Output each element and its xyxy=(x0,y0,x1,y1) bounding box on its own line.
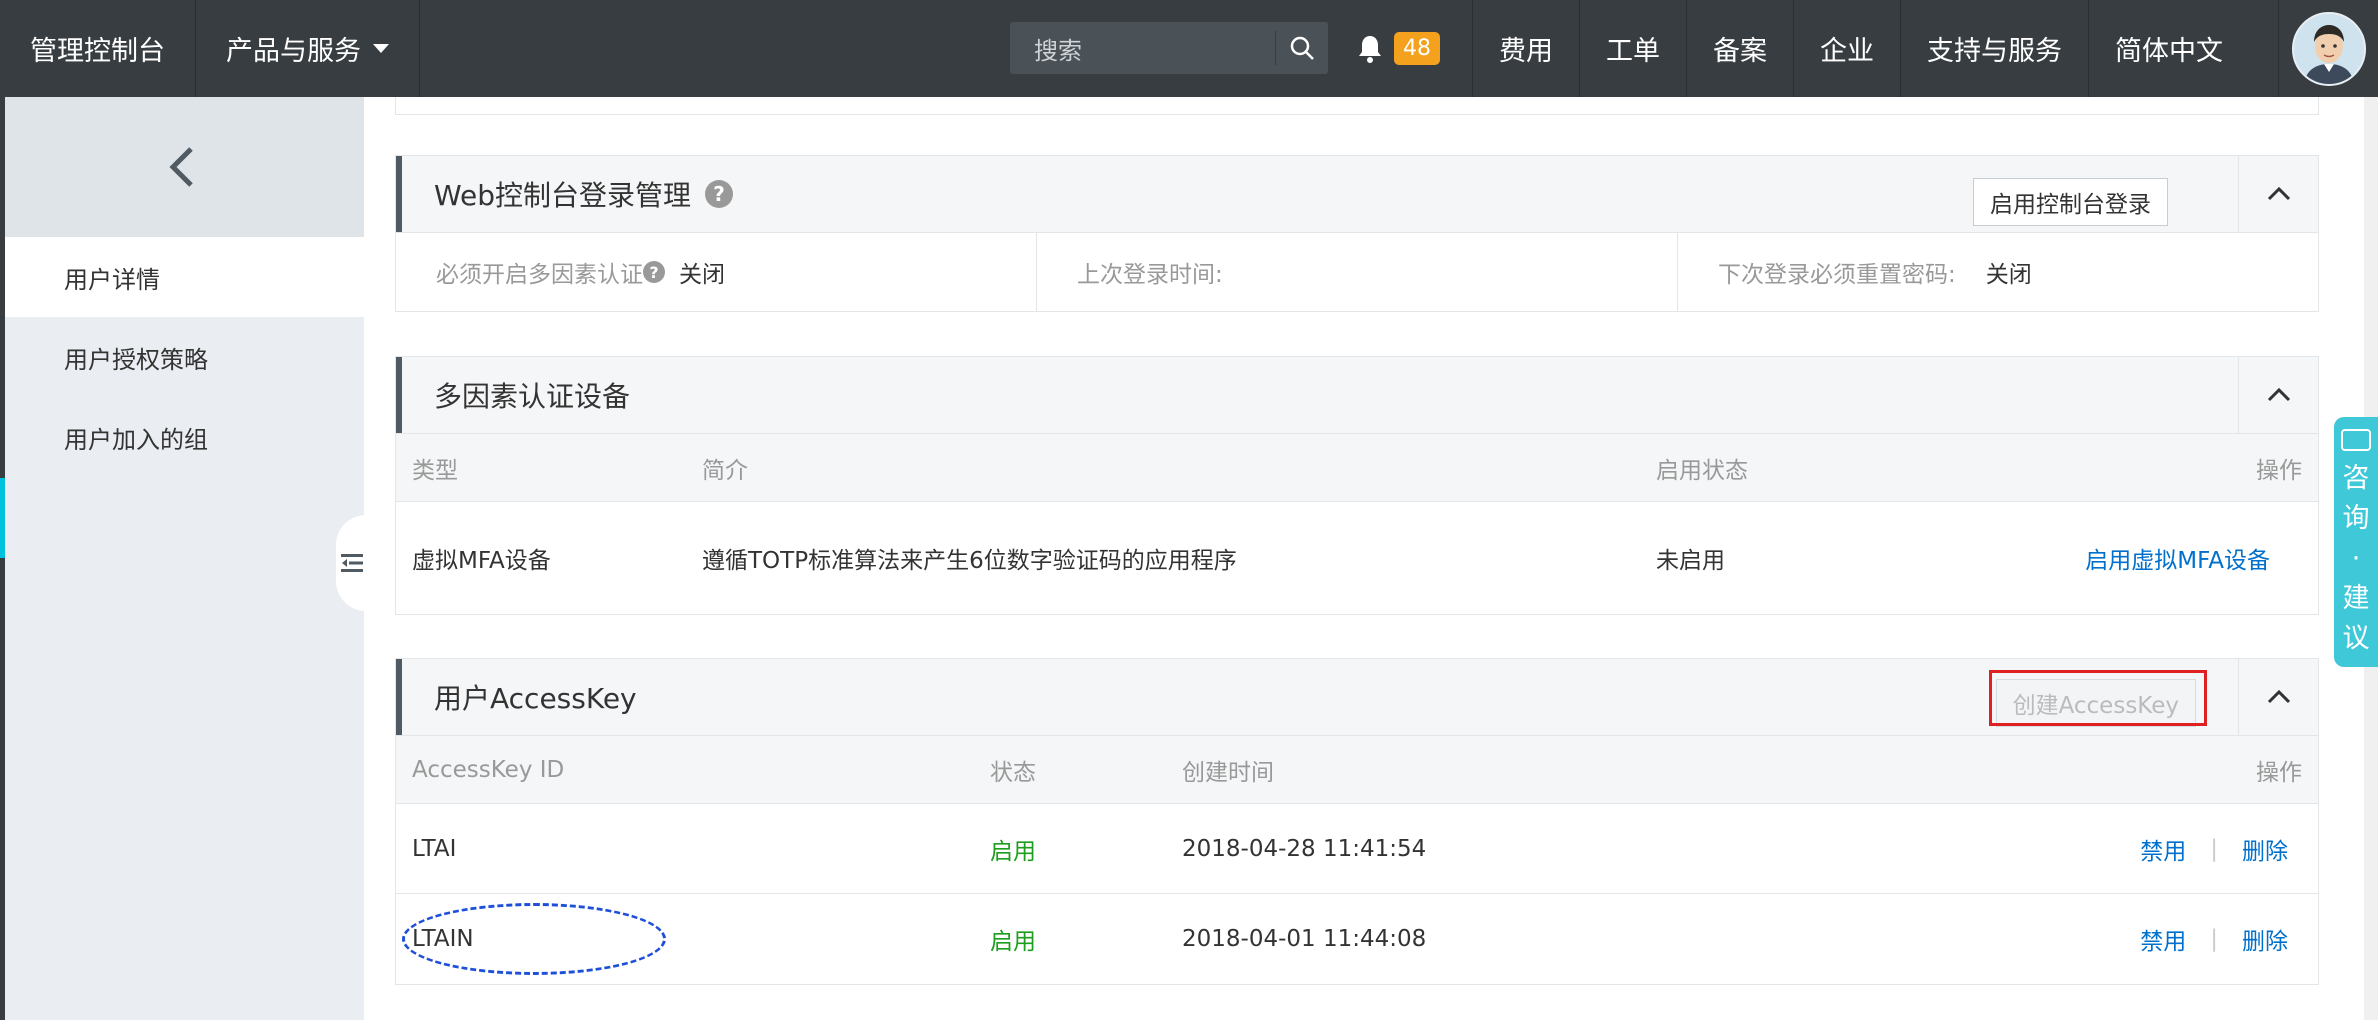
delete-link[interactable]: 删除 xyxy=(2242,832,2288,866)
products-services-menu[interactable]: 产品与服务 xyxy=(196,0,420,97)
action-separator: | xyxy=(2210,835,2218,862)
consult-suggest-label: 咨询·建议 xyxy=(2342,463,2370,654)
console-login-title: Web控制台登录管理 xyxy=(434,179,692,212)
mfa-title: 多因素认证设备 xyxy=(434,380,631,413)
notifications-button[interactable]: 48 xyxy=(1356,0,1440,97)
action-separator: | xyxy=(2210,926,2218,952)
mfa-required-cell: 必须开启多因素认证 ? 关闭 xyxy=(396,233,1037,311)
help-icon[interactable]: ? xyxy=(705,180,734,208)
chevron-up-icon xyxy=(2267,689,2290,704)
avatar[interactable] xyxy=(2291,11,2366,86)
accesskey-created: 2018-04-01 11:44:08 xyxy=(1182,926,1427,952)
sidebar-item-user-details[interactable]: 用户详情 xyxy=(0,237,364,317)
mfa-type: 虚拟MFA设备 xyxy=(412,548,551,574)
col-type: 类型 xyxy=(412,457,458,484)
sidebar-item-user-groups[interactable]: 用户加入的组 xyxy=(0,397,364,477)
accesskey-id: LTAI xyxy=(412,835,457,862)
menu-language[interactable]: 简体中文 xyxy=(2088,0,2249,97)
col-accesskey-id: AccessKey ID xyxy=(412,756,565,783)
sidebar-edge-accent xyxy=(0,478,5,558)
reset-password-label: 下次登录必须重置密码: xyxy=(1718,262,1956,288)
sidebar: 用户详情 用户授权策略 用户加入的组 xyxy=(0,97,364,1020)
col-action: 操作 xyxy=(2256,759,2302,786)
sidebar-item-user-policies[interactable]: 用户授权策略 xyxy=(0,317,364,397)
back-button[interactable] xyxy=(0,97,364,237)
mfa-devices-panel: 多因素认证设备 类型 简介 启用状态 操作 虚拟MFA设备 遵循TOTP标准算法… xyxy=(395,356,2319,615)
panel-accent-bar xyxy=(396,659,402,735)
caret-down-icon xyxy=(373,44,389,53)
reset-password-cell: 下次登录必须重置密码: 关闭 xyxy=(1678,233,2318,311)
menu-icp-filing[interactable]: 备案 xyxy=(1686,0,1793,97)
menu-billing[interactable]: 费用 xyxy=(1472,0,1579,97)
search-icon xyxy=(1290,36,1314,60)
last-login-cell: 上次登录时间: xyxy=(1037,233,1678,311)
previous-panel-bottom xyxy=(395,97,2319,115)
panel-collapse-button[interactable] xyxy=(2238,156,2318,232)
notification-count-badge: 48 xyxy=(1394,32,1440,65)
sidebar-edge xyxy=(0,97,5,1020)
chevron-up-icon xyxy=(2267,387,2290,402)
mfa-required-value: 关闭 xyxy=(679,262,725,288)
red-highlight-annotation xyxy=(1989,670,2207,726)
col-action: 操作 xyxy=(2256,457,2302,484)
enable-virtual-mfa-link[interactable]: 启用虚拟MFA设备 xyxy=(2085,502,2270,614)
table-row: LTAIN 启用 2018-04-01 11:44:08 禁用 | 删除 xyxy=(396,894,2318,984)
user-menu[interactable] xyxy=(2278,0,2378,97)
table-row: LTAI 启用 2018-04-28 11:41:54 禁用 | 删除 xyxy=(396,804,2318,894)
chevron-up-icon xyxy=(2267,186,2290,201)
accesskey-table-header: AccessKey ID 状态 创建时间 操作 xyxy=(396,736,2318,804)
mfa-status: 未启用 xyxy=(1656,548,1725,574)
menu-tickets[interactable]: 工单 xyxy=(1579,0,1686,97)
console-login-panel: Web控制台登录管理 ? 启用控制台登录 必须开启多因素认证 ? 关闭 上次登录… xyxy=(395,155,2319,312)
disable-link[interactable]: 禁用 xyxy=(2140,922,2186,956)
accesskey-status: 启用 xyxy=(990,929,1036,955)
products-services-label: 产品与服务 xyxy=(226,36,361,67)
consult-suggest-tab[interactable]: 咨询·建议 xyxy=(2334,417,2378,667)
search-input[interactable]: 搜索 xyxy=(1010,31,1275,66)
mfa-description: 遵循TOTP标准算法来产生6位数字验证码的应用程序 xyxy=(702,548,1237,574)
row-actions: 禁用 | 删除 xyxy=(2140,804,2288,893)
help-icon[interactable]: ? xyxy=(643,261,665,283)
mfa-header: 多因素认证设备 xyxy=(396,357,2318,434)
accesskey-created: 2018-04-28 11:41:54 xyxy=(1182,835,1427,862)
mfa-table-header: 类型 简介 启用状态 操作 xyxy=(396,434,2318,502)
panel-accent-bar xyxy=(396,357,402,433)
col-created-time: 创建时间 xyxy=(1182,759,1274,786)
panel-collapse-button[interactable] xyxy=(2238,659,2318,735)
reset-password-value: 关闭 xyxy=(1985,262,2032,288)
bell-icon xyxy=(1359,35,1381,63)
menu-support[interactable]: 支持与服务 xyxy=(1900,0,2088,97)
menu-enterprise[interactable]: 企业 xyxy=(1793,0,1900,97)
console-login-header: Web控制台登录管理 ? 启用控制台登录 xyxy=(396,156,2318,233)
row-actions: 禁用 | 删除 xyxy=(2140,894,2288,984)
panel-collapse-button[interactable] xyxy=(2238,357,2318,433)
enable-console-login-button[interactable]: 启用控制台登录 xyxy=(1973,178,2168,226)
accesskey-title: 用户AccessKey xyxy=(434,682,637,715)
chat-icon xyxy=(2341,429,2371,451)
console-home-link[interactable]: 管理控制台 xyxy=(0,0,196,97)
col-description: 简介 xyxy=(702,457,748,484)
blue-dashed-annotation xyxy=(402,903,666,975)
col-status: 状态 xyxy=(990,759,1036,786)
collapse-menu-icon xyxy=(341,554,363,572)
panel-accent-bar xyxy=(396,156,402,232)
console-login-info-row: 必须开启多因素认证 ? 关闭 上次登录时间: 下次登录必须重置密码: 关闭 xyxy=(396,233,2318,311)
accesskey-status: 启用 xyxy=(990,838,1036,865)
table-row: 虚拟MFA设备 遵循TOTP标准算法来产生6位数字验证码的应用程序 未启用 启用… xyxy=(396,502,2318,614)
user-avatar-icon xyxy=(2293,13,2364,84)
delete-link[interactable]: 删除 xyxy=(2242,922,2288,956)
search-box[interactable]: 搜索 xyxy=(1010,22,1328,74)
panel-title: Web控制台登录管理 ? xyxy=(396,174,734,214)
search-button[interactable] xyxy=(1276,22,1328,74)
mfa-required-label: 必须开启多因素认证 xyxy=(436,262,643,288)
top-right-menu: 费用 工单 备案 企业 支持与服务 简体中文 xyxy=(1472,0,2249,97)
col-status: 启用状态 xyxy=(1656,457,1748,484)
sidebar-collapse-toggle[interactable] xyxy=(336,515,368,611)
chevron-left-icon xyxy=(169,147,193,187)
last-login-label: 上次登录时间: xyxy=(1077,262,1223,288)
disable-link[interactable]: 禁用 xyxy=(2140,832,2186,866)
